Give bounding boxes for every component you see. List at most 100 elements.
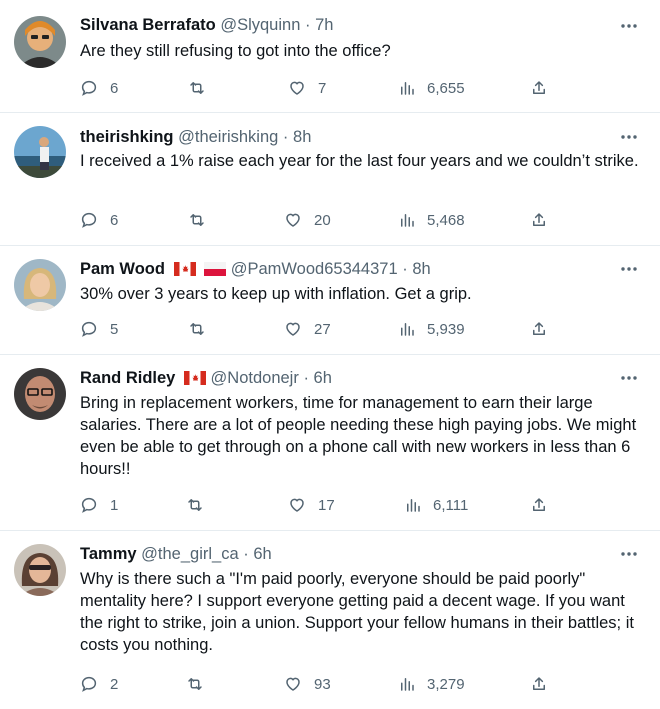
user-handle[interactable]: @the_girl_ca bbox=[141, 545, 238, 563]
reply-icon bbox=[80, 79, 98, 97]
avatar[interactable] bbox=[14, 259, 66, 311]
views-button[interactable]: 3,279 bbox=[398, 674, 465, 694]
tweet-header: Rand Ridley @Notdonejr · 6h bbox=[80, 367, 620, 391]
avatar[interactable] bbox=[14, 544, 66, 596]
share-button[interactable] bbox=[530, 78, 548, 98]
like-icon bbox=[288, 496, 306, 514]
share-button[interactable] bbox=[530, 495, 548, 515]
user-handle[interactable]: @PamWood65344371 bbox=[231, 260, 398, 278]
share-icon bbox=[530, 79, 548, 97]
retweet-button[interactable] bbox=[188, 78, 206, 98]
like-button[interactable]: 20 bbox=[284, 210, 331, 230]
like-button[interactable]: 93 bbox=[284, 674, 331, 694]
reply-count: 6 bbox=[110, 79, 119, 97]
like-count: 93 bbox=[314, 675, 331, 693]
reply-button[interactable]: 2 bbox=[80, 674, 118, 694]
separator-dot: · bbox=[304, 16, 311, 34]
tweet[interactable]: Rand Ridley @Notdonejr · 6h Bring in rep… bbox=[0, 355, 660, 531]
tweet[interactable]: Silvana Berrafato @Slyquinn · 7h Are the… bbox=[0, 0, 660, 113]
reply-icon bbox=[80, 675, 98, 693]
like-button[interactable]: 7 bbox=[288, 78, 326, 98]
tweet[interactable]: Pam Wood @PamWood65344371 · 8h 30% over … bbox=[0, 246, 660, 355]
retweet-button[interactable] bbox=[186, 674, 204, 694]
avatar[interactable] bbox=[14, 368, 66, 420]
share-icon bbox=[530, 675, 548, 693]
like-icon bbox=[284, 320, 302, 338]
like-button[interactable]: 17 bbox=[288, 495, 335, 515]
action-bar: 5 27 5,939 bbox=[80, 319, 560, 339]
timestamp[interactable]: 8h bbox=[293, 128, 311, 146]
tweet[interactable]: theirishking @theirishking · 8h I receiv… bbox=[0, 113, 660, 246]
views-button[interactable]: 6,111 bbox=[404, 495, 468, 515]
share-button[interactable] bbox=[530, 210, 548, 230]
more-icon[interactable] bbox=[620, 260, 638, 278]
reply-button[interactable]: 5 bbox=[80, 319, 118, 339]
timestamp[interactable]: 7h bbox=[315, 16, 333, 34]
reply-button[interactable]: 6 bbox=[80, 210, 118, 230]
tweet[interactable]: Tammy @the_girl_ca · 6h Why is there suc… bbox=[0, 531, 660, 709]
tweet-text: Are they still refusing to got into the … bbox=[80, 42, 391, 60]
reply-icon bbox=[80, 496, 98, 514]
like-count: 17 bbox=[318, 496, 335, 514]
views-icon bbox=[398, 320, 416, 338]
more-icon[interactable] bbox=[620, 545, 638, 563]
views-button[interactable]: 5,939 bbox=[398, 319, 465, 339]
more-icon[interactable] bbox=[620, 17, 638, 35]
views-button[interactable]: 5,468 bbox=[398, 210, 465, 230]
user-handle[interactable]: @Slyquinn bbox=[220, 16, 300, 34]
avatar[interactable] bbox=[14, 126, 66, 178]
display-name[interactable]: Tammy bbox=[80, 545, 137, 563]
separator-dot: · bbox=[282, 128, 289, 146]
views-icon bbox=[398, 79, 416, 97]
display-name[interactable]: theirishking bbox=[80, 128, 174, 146]
views-count: 5,939 bbox=[427, 320, 465, 338]
separator-dot: · bbox=[303, 369, 309, 387]
share-icon bbox=[530, 496, 548, 514]
timestamp[interactable]: 6h bbox=[314, 369, 332, 387]
like-button[interactable]: 27 bbox=[284, 319, 331, 339]
like-icon bbox=[284, 211, 302, 229]
display-name[interactable]: Pam Wood bbox=[80, 260, 165, 278]
retweet-button[interactable] bbox=[188, 319, 206, 339]
timestamp[interactable]: 6h bbox=[253, 545, 271, 563]
share-button[interactable] bbox=[530, 319, 548, 339]
display-name[interactable]: Rand Ridley bbox=[80, 369, 175, 387]
views-count: 3,279 bbox=[427, 675, 465, 693]
tweet-text: 30% over 3 years to keep up with inflati… bbox=[80, 285, 472, 303]
retweet-button[interactable] bbox=[186, 495, 204, 515]
reply-button[interactable]: 1 bbox=[80, 495, 118, 515]
tweet-header: Silvana Berrafato @Slyquinn · 7h bbox=[80, 14, 620, 36]
tweet-text: Why is there such a "I'm paid poorly, ev… bbox=[80, 570, 634, 654]
retweet-icon bbox=[188, 211, 206, 229]
share-icon bbox=[530, 320, 548, 338]
views-count: 6,655 bbox=[427, 79, 465, 97]
reply-count: 6 bbox=[110, 211, 119, 229]
retweet-icon bbox=[188, 320, 206, 338]
like-icon bbox=[288, 79, 306, 97]
views-button[interactable]: 6,655 bbox=[398, 78, 465, 98]
more-icon[interactable] bbox=[620, 128, 638, 146]
share-button[interactable] bbox=[530, 674, 548, 694]
retweet-icon bbox=[188, 79, 206, 97]
reply-icon bbox=[80, 320, 98, 338]
display-name[interactable]: Silvana Berrafato bbox=[80, 16, 216, 34]
more-icon[interactable] bbox=[620, 369, 638, 387]
action-bar: 6 20 5,468 bbox=[80, 210, 560, 230]
like-count: 27 bbox=[314, 320, 331, 338]
action-bar: 2 93 3,279 bbox=[80, 674, 560, 694]
reply-count: 5 bbox=[110, 320, 119, 338]
retweet-icon bbox=[186, 675, 204, 693]
timestamp[interactable]: 8h bbox=[412, 260, 430, 278]
like-icon bbox=[284, 675, 302, 693]
canada-flag-icon bbox=[173, 260, 196, 282]
views-icon bbox=[398, 211, 416, 229]
views-count: 5,468 bbox=[427, 211, 465, 229]
views-icon bbox=[404, 496, 422, 514]
action-bar: 1 17 6,111 bbox=[80, 495, 560, 515]
retweet-button[interactable] bbox=[188, 210, 206, 230]
user-handle[interactable]: @theirishking bbox=[178, 128, 278, 146]
user-handle[interactable]: @Notdonejr bbox=[211, 369, 299, 387]
like-count: 7 bbox=[318, 79, 327, 97]
avatar[interactable] bbox=[14, 16, 66, 68]
reply-button[interactable]: 6 bbox=[80, 78, 118, 98]
